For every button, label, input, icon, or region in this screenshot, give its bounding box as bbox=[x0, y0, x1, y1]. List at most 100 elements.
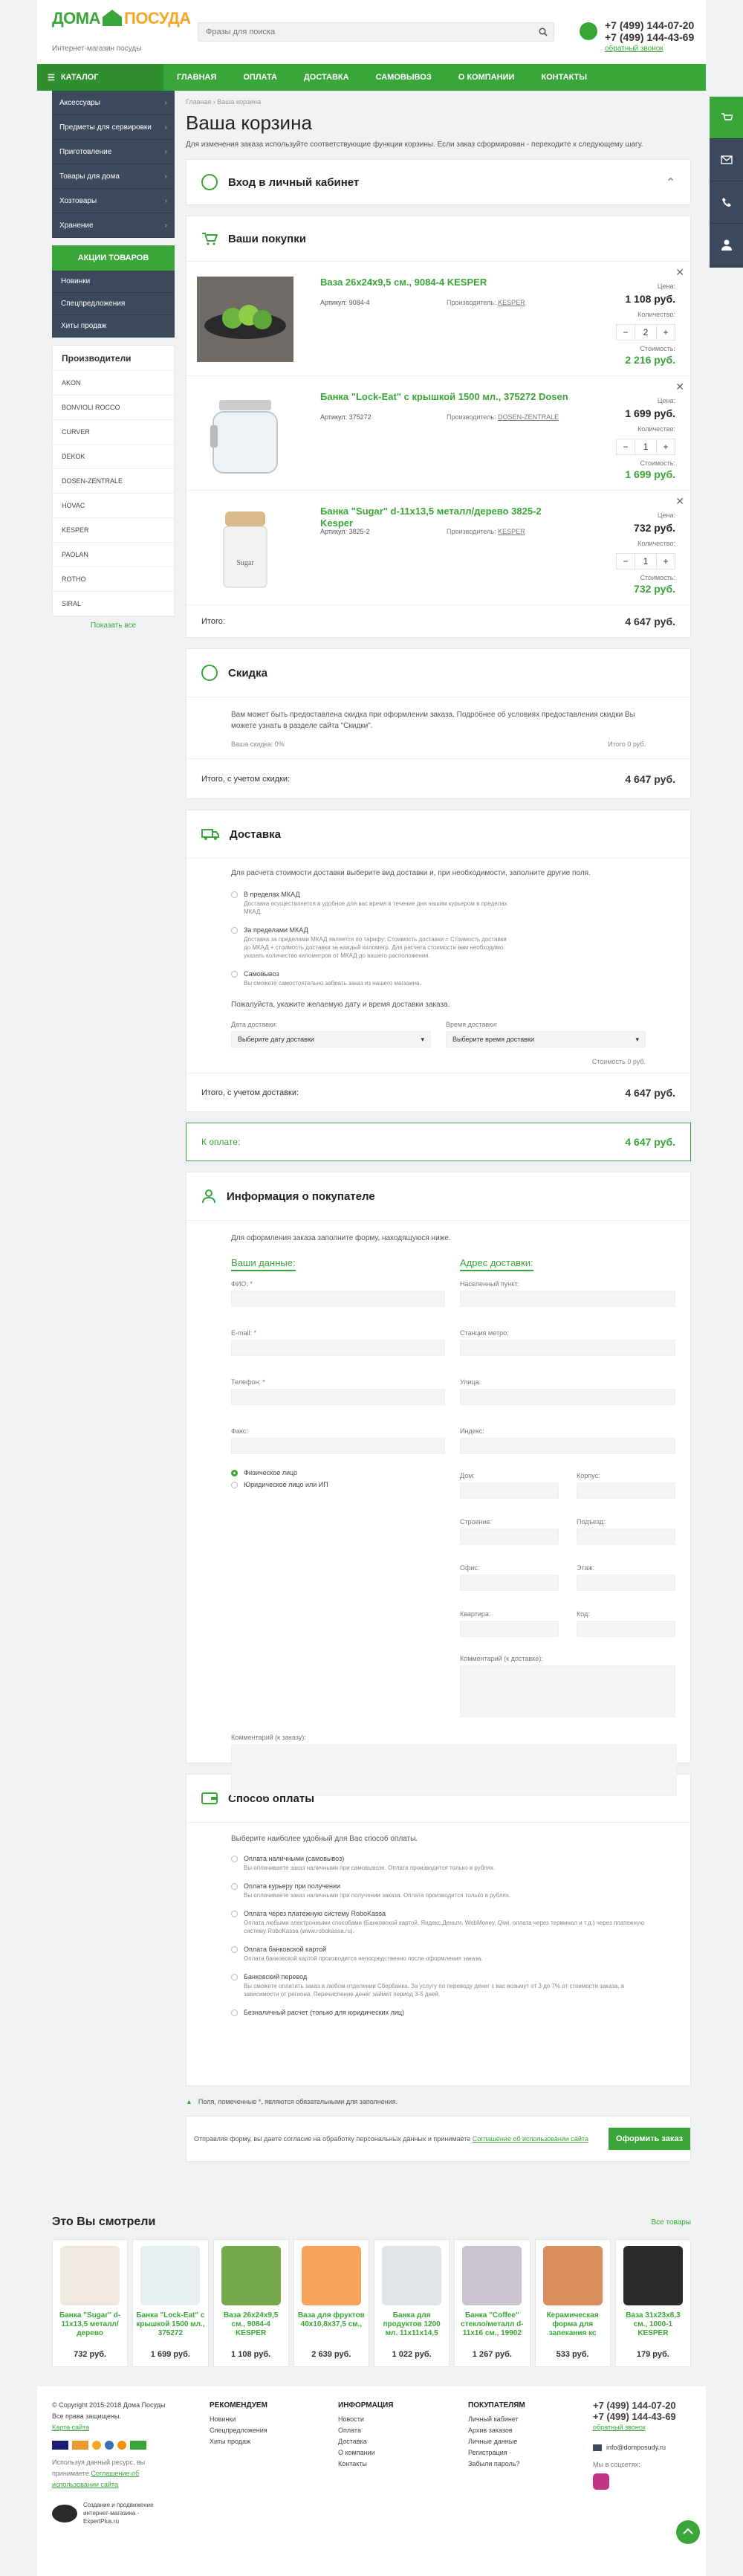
apartment-field[interactable] bbox=[460, 1621, 559, 1637]
footer-link[interactable]: Архив заказов bbox=[468, 2425, 525, 2436]
footer-link[interactable]: Доставка bbox=[338, 2436, 394, 2447]
payment-option[interactable]: Оплата банковской картой Оплата банковско… bbox=[231, 1946, 675, 1963]
manufacturer-item[interactable]: AKON bbox=[53, 371, 174, 396]
product-image[interactable] bbox=[542, 2246, 603, 2305]
footer-link[interactable]: О компании bbox=[338, 2447, 394, 2459]
radio-button[interactable] bbox=[231, 927, 238, 934]
cart-icon[interactable] bbox=[710, 97, 743, 139]
minus-button[interactable]: − bbox=[617, 439, 635, 454]
sidebar-item-household[interactable]: Хозтовары › bbox=[52, 189, 175, 213]
footer-link[interactable]: Личный кабинет bbox=[468, 2414, 525, 2425]
building-field[interactable] bbox=[460, 1529, 559, 1545]
product-name[interactable]: Банка "Sugar" d-11х13,5 металл/дерево bbox=[56, 2311, 124, 2347]
manufacturer-item[interactable]: CURVER bbox=[53, 420, 174, 445]
fio-field[interactable] bbox=[231, 1291, 445, 1307]
street-field[interactable] bbox=[460, 1389, 675, 1405]
phone-icon[interactable] bbox=[710, 181, 743, 224]
submit-order-button[interactable]: Оформить заказ bbox=[609, 2128, 690, 2150]
footer-link[interactable]: Регистрация bbox=[468, 2447, 525, 2459]
minus-button[interactable]: − bbox=[617, 554, 635, 569]
product-name[interactable]: Ваза 26х24х9,5 см., 9084-4 KESPER bbox=[320, 277, 573, 288]
footer-link[interactable]: Личные данные bbox=[468, 2436, 525, 2447]
metro-field[interactable] bbox=[460, 1340, 675, 1356]
person-type-jur[interactable]: Юридическое лицо или ИП bbox=[231, 1481, 445, 1488]
footer-link[interactable]: Оплата bbox=[338, 2425, 394, 2436]
footer-phone-2[interactable]: +7 (499) 144-43-69 bbox=[593, 2411, 676, 2422]
product-image[interactable] bbox=[140, 2246, 201, 2305]
manufacturer-item[interactable]: SIRAL bbox=[53, 592, 174, 616]
viewed-card[interactable]: Керамическая форма для запекания кс 533 р… bbox=[534, 2239, 611, 2367]
instagram-icon[interactable] bbox=[593, 2473, 609, 2490]
product-name[interactable]: Банка "Sugar" d-11х13,5 металл/дерево 38… bbox=[320, 506, 573, 529]
index-field[interactable] bbox=[460, 1438, 675, 1454]
radio-button[interactable] bbox=[231, 1470, 238, 1476]
city-field[interactable] bbox=[460, 1291, 675, 1307]
minus-button[interactable]: − bbox=[617, 325, 635, 340]
payment-option[interactable]: Безналичный расчет (только для юридическ… bbox=[231, 2009, 675, 2016]
all-products-link[interactable]: Все товары bbox=[651, 2218, 691, 2227]
office-field[interactable] bbox=[460, 1575, 559, 1591]
product-image[interactable] bbox=[462, 2246, 522, 2305]
quantity-value[interactable]: 2 bbox=[635, 325, 657, 340]
radio-button[interactable] bbox=[231, 1911, 238, 1917]
product-image[interactable] bbox=[197, 391, 293, 477]
promo-item-new[interactable]: Новинки bbox=[52, 271, 175, 293]
breadcrumb-home[interactable]: Главная bbox=[186, 98, 211, 106]
phone-2[interactable]: +7 (499) 144-43-69 bbox=[605, 31, 694, 43]
radio-button[interactable] bbox=[231, 1946, 238, 1953]
manufacturer-item[interactable]: KESPER bbox=[53, 518, 174, 543]
plus-button[interactable]: + bbox=[657, 439, 675, 454]
product-name[interactable]: Керамическая форма для запекания кс bbox=[539, 2311, 607, 2347]
radio-button[interactable] bbox=[231, 891, 238, 898]
plus-button[interactable]: + bbox=[657, 325, 675, 340]
sidebar-item-cooking[interactable]: Приготовление › bbox=[52, 140, 175, 164]
korpus-field[interactable] bbox=[577, 1482, 675, 1499]
nav-item-about[interactable]: О КОМПАНИИ bbox=[445, 73, 528, 82]
quantity-stepper[interactable]: −2 + bbox=[616, 324, 675, 340]
quantity-stepper[interactable]: −1 + bbox=[616, 439, 675, 455]
close-icon[interactable]: ✕ bbox=[675, 266, 684, 279]
product-image[interactable] bbox=[623, 2246, 683, 2305]
delivery-option-outside[interactable]: За пределами МКАД Доставка за пределами М… bbox=[231, 926, 646, 960]
footer-callback-link[interactable]: обратный звонок bbox=[593, 2422, 676, 2433]
entrance-field[interactable] bbox=[577, 1529, 675, 1545]
manufacturer-item[interactable]: BONVIOLI ROCCO bbox=[53, 396, 174, 420]
viewed-card[interactable]: Банка "Lock-Eat" с крышкой 1500 мл., 375… bbox=[132, 2239, 209, 2367]
fax-field[interactable] bbox=[231, 1438, 445, 1454]
product-image[interactable] bbox=[60, 2246, 120, 2305]
payment-option[interactable]: Оплата курьеру при получении Вы оплачивае… bbox=[231, 1882, 675, 1899]
manufacturer-item[interactable]: PAOLAN bbox=[53, 543, 174, 567]
date-select[interactable]: Выберите дату доставки ▾ bbox=[231, 1031, 431, 1047]
product-image[interactable] bbox=[301, 2246, 361, 2305]
payment-option[interactable]: Оплата наличными (самовывоз) Вы оплачивае… bbox=[231, 1855, 675, 1872]
viewed-card[interactable]: Банка "Sugar" d-11х13,5 металл/дерево 732… bbox=[52, 2239, 129, 2367]
person-type-phys[interactable]: Физическое лицо bbox=[231, 1469, 445, 1476]
viewed-card[interactable]: Ваза для фруктов 40х10,8х37,5 см., 2 639 … bbox=[293, 2239, 369, 2367]
close-icon[interactable]: ✕ bbox=[675, 495, 684, 508]
manufacturer-item[interactable]: DOSEN-ZENTRALE bbox=[53, 469, 174, 494]
footer-link[interactable]: Хиты продаж bbox=[210, 2436, 267, 2447]
search-icon[interactable] bbox=[539, 28, 548, 36]
email-field[interactable] bbox=[231, 1340, 445, 1356]
product-image[interactable] bbox=[197, 277, 293, 362]
user-icon[interactable] bbox=[710, 224, 743, 266]
manufacturer-item[interactable]: DEKOK bbox=[53, 445, 174, 469]
promo-item-special[interactable]: Спецпредложения bbox=[52, 293, 175, 315]
order-comment-field[interactable] bbox=[231, 1744, 677, 1796]
manufacturer-item[interactable]: ROTHO bbox=[53, 567, 174, 592]
viewed-card[interactable]: Банка для продуктов 1200 мл. 11х11х14,5 1… bbox=[374, 2239, 450, 2367]
viewed-card[interactable]: Ваза 31х23х8,3 см., 1000-1 KESPER 179 руб… bbox=[614, 2239, 691, 2367]
quantity-value[interactable]: 1 bbox=[635, 554, 657, 569]
radio-button[interactable] bbox=[231, 1883, 238, 1890]
nav-item-pickup[interactable]: САМОВЫВОЗ bbox=[363, 73, 445, 82]
radio-button[interactable] bbox=[231, 971, 238, 978]
viewed-card[interactable]: Банка "Coffee" стекло/металл d-11х16 см.… bbox=[454, 2239, 531, 2367]
nav-item-delivery[interactable]: ДОСТАВКА bbox=[291, 73, 363, 82]
nav-item-home[interactable]: ГЛАВНАЯ bbox=[163, 73, 230, 82]
phone-1[interactable]: +7 (499) 144-07-20 bbox=[605, 19, 694, 31]
site-logo[interactable]: ДОМА ПОСУДА bbox=[52, 9, 191, 28]
nav-item-payment[interactable]: ОПЛАТА bbox=[230, 73, 291, 82]
footer-link[interactable]: Новости bbox=[338, 2414, 394, 2425]
product-image[interactable] bbox=[221, 2246, 281, 2305]
radio-button[interactable] bbox=[231, 1856, 238, 1862]
